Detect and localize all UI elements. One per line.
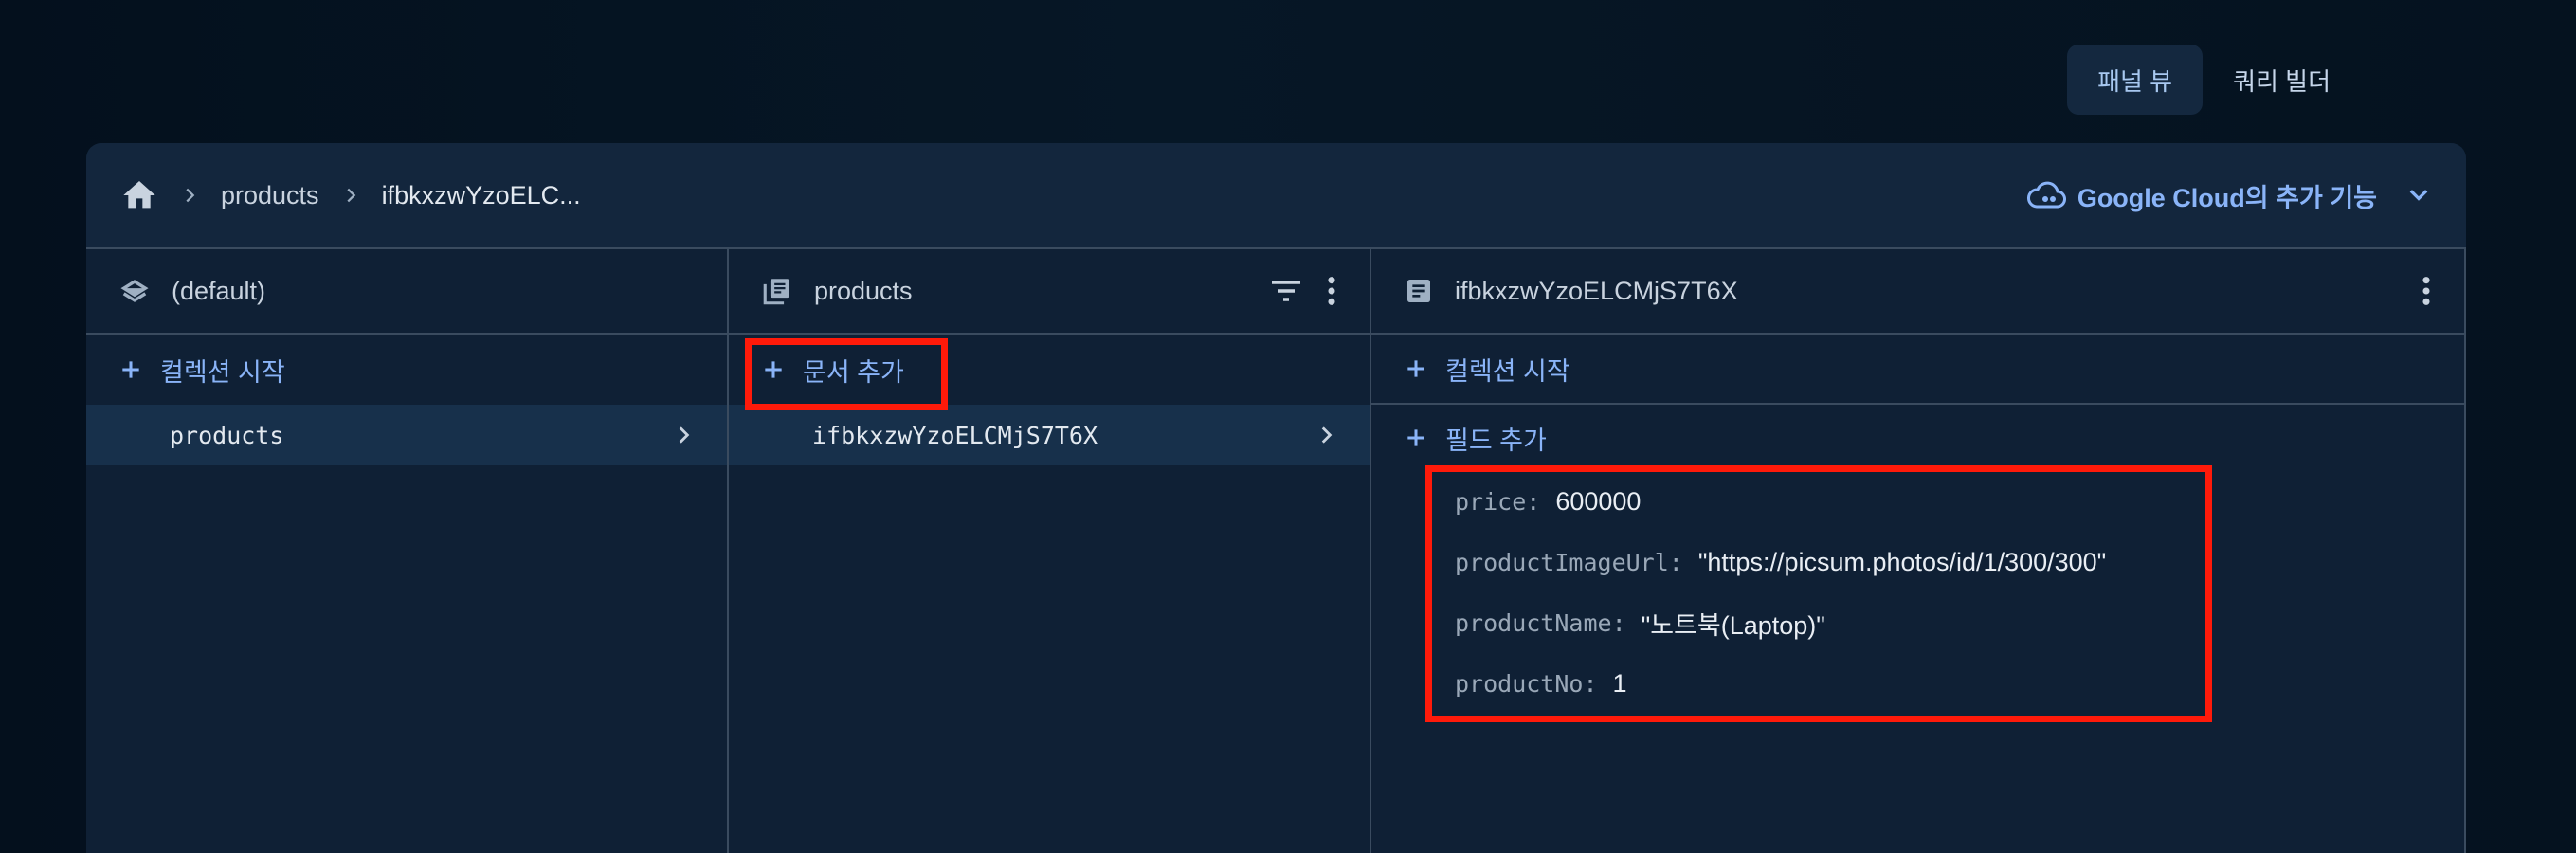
database-header: (default) <box>86 249 727 335</box>
collection-header: products <box>729 249 1370 335</box>
start-collection-button[interactable]: 컬렉션 시작 <box>1371 335 2464 405</box>
breadcrumb-document[interactable]: ifbkxzwYzoELC... <box>382 181 581 210</box>
document-id: ifbkxzwYzoELCMjS7T6X <box>812 421 1098 449</box>
firestore-console: 패널 뷰 쿼리 빌더 products ifbkxzwYzoELC... Goo… <box>0 0 2576 853</box>
collection-icon <box>761 275 793 307</box>
field-row[interactable]: price: 600000 <box>1455 471 2464 532</box>
more-vert-icon[interactable] <box>2421 275 2432 307</box>
database-column: (default) 컬렉션 시작 products <box>86 249 729 853</box>
columns: (default) 컬렉션 시작 products products 문서 추가… <box>86 249 2466 853</box>
cloud-icon <box>2026 181 2066 209</box>
plus-icon <box>1404 356 1428 381</box>
data-viewer-card: products ifbkxzwYzoELC... Google Cloud의 … <box>86 143 2466 853</box>
field-row[interactable]: productName: "노트북(Laptop)" <box>1455 592 2464 653</box>
field-key: productImageUrl: <box>1455 548 1683 576</box>
document-header: ifbkxzwYzoELCMjS7T6X <box>1371 249 2464 335</box>
start-collection-label: 컬렉션 시작 <box>160 357 285 387</box>
chevron-right-icon <box>664 423 702 447</box>
chevron-right-icon <box>179 185 200 206</box>
collection-title: products <box>814 276 913 305</box>
field-value: "https://picsum.photos/id/1/300/300" <box>1697 547 2107 576</box>
list-item[interactable]: ifbkxzwYzoELCMjS7T6X <box>729 405 1370 465</box>
database-title: (default) <box>172 276 266 305</box>
collection-column: products 문서 추가 ifbkxzwYzoELCMjS7T6X <box>729 249 1371 853</box>
add-document-label: 문서 추가 <box>803 357 904 387</box>
chevron-down-icon <box>2405 182 2432 209</box>
field-key: price: <box>1455 487 1541 516</box>
filter-icon[interactable] <box>1269 277 1303 305</box>
collection-name: products <box>170 421 284 449</box>
field-row[interactable]: productImageUrl: "https://picsum.photos/… <box>1455 532 2464 592</box>
plus-icon <box>118 357 143 382</box>
breadcrumb-products[interactable]: products <box>221 181 319 210</box>
start-collection-label: 컬렉션 시작 <box>1445 356 1570 386</box>
field-row[interactable]: productNo: 1 <box>1455 653 2464 714</box>
field-list: price: 600000 productImageUrl: "https://… <box>1371 471 2464 714</box>
google-cloud-extras-button[interactable]: Google Cloud의 추가 기능 <box>2026 177 2432 214</box>
document-icon <box>1404 276 1434 306</box>
panel-view-button[interactable]: 패널 뷰 <box>2067 45 2204 115</box>
home-icon[interactable] <box>120 176 158 214</box>
plus-icon <box>1404 426 1428 450</box>
chevron-right-icon <box>340 185 361 206</box>
breadcrumb: products ifbkxzwYzoELC... Google Cloud의 … <box>86 143 2466 249</box>
field-value: 600000 <box>1555 486 1642 516</box>
field-key: productName: <box>1455 608 1626 637</box>
google-cloud-label: Google Cloud <box>2077 183 2245 212</box>
start-collection-button[interactable]: 컬렉션 시작 <box>86 335 727 405</box>
document-title: ifbkxzwYzoELCMjS7T6X <box>1455 276 1738 305</box>
add-field-button[interactable]: 필드 추가 <box>1371 405 2464 471</box>
view-switch: 패널 뷰 쿼리 빌더 <box>2067 45 2361 115</box>
field-value: "노트북(Laptop)" <box>1641 610 1825 640</box>
document-column: ifbkxzwYzoELCMjS7T6X 컬렉션 시작 필드 추가 price:… <box>1371 249 2466 853</box>
add-document-button[interactable]: 문서 추가 <box>729 335 1370 405</box>
more-vert-icon[interactable] <box>1326 275 1337 307</box>
extras-label: 의 추가 기능 <box>2244 183 2377 212</box>
field-value: 1 <box>1612 668 1627 698</box>
database-icon <box>118 275 151 307</box>
plus-icon <box>761 357 786 382</box>
query-builder-button[interactable]: 쿼리 빌더 <box>2203 45 2361 115</box>
list-item[interactable]: products <box>86 405 727 465</box>
chevron-right-icon <box>1307 423 1345 447</box>
add-field-label: 필드 추가 <box>1445 426 1547 455</box>
field-key: productNo: <box>1455 669 1598 698</box>
